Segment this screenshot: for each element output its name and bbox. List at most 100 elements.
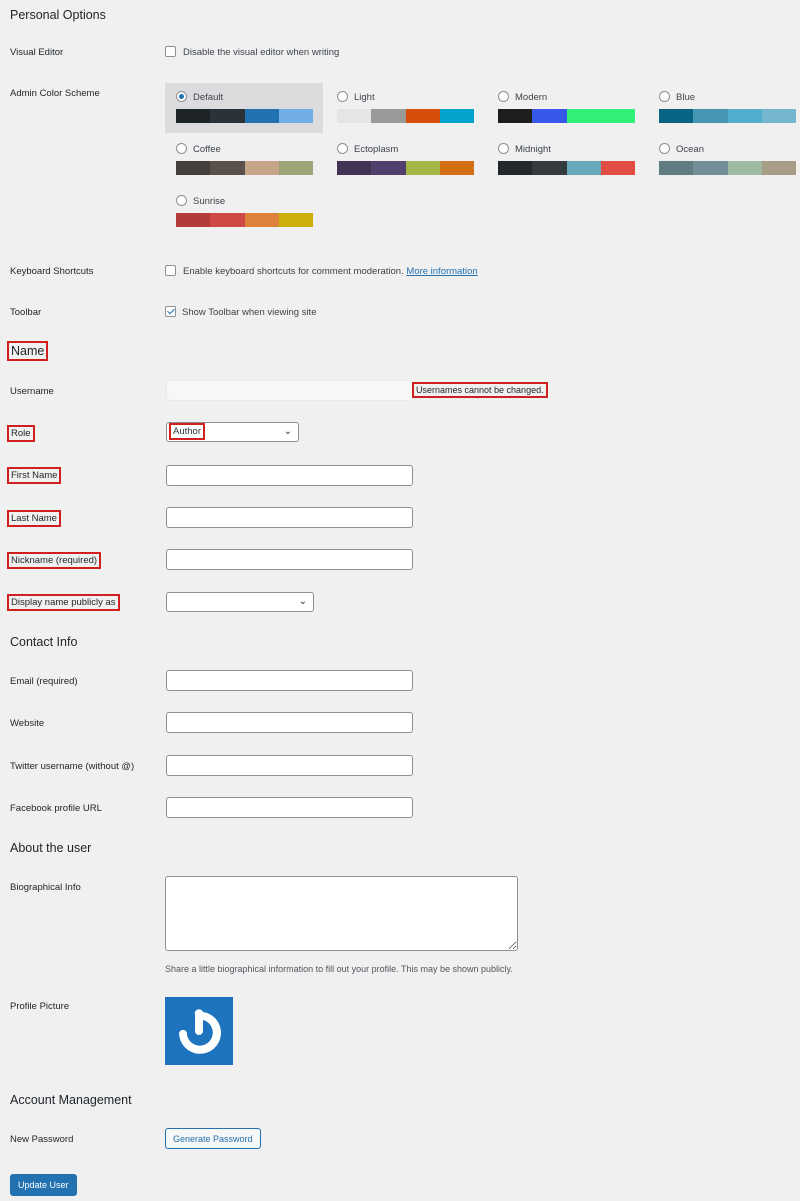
color-scheme-name: Ocean [676,144,704,155]
color-swatch [600,109,635,123]
color-swatch [244,109,279,123]
color-scheme-radio[interactable] [659,143,670,154]
bio-textarea[interactable] [165,876,518,951]
nickname-label: Nickname (required) [6,552,102,569]
color-swatch [761,161,796,175]
color-swatches [337,161,474,175]
keyboard-shortcuts-checkbox-text: Enable keyboard shortcuts for comment mo… [183,266,478,277]
color-scheme-option-default[interactable]: Default [165,83,323,133]
username-input[interactable] [166,380,414,401]
color-swatches [498,109,635,123]
toolbar-checkbox-text: Show Toolbar when viewing site [182,307,317,318]
update-user-button[interactable]: Update User [10,1174,77,1196]
color-scheme-name: Blue [676,92,696,103]
color-swatches [659,109,796,123]
bio-label: Biographical Info [10,882,81,893]
color-swatch [210,213,245,227]
personal-options-heading: Personal Options [10,8,106,22]
last-name-label: Last Name [7,510,61,527]
color-scheme-option-sunrise[interactable]: Sunrise [165,187,313,237]
color-swatch [176,161,211,175]
color-swatch [210,161,245,175]
color-swatch [278,213,313,227]
color-scheme-name: Sunrise [193,196,226,207]
color-swatch [278,161,313,175]
color-scheme-option-modern[interactable]: Modern [487,83,635,133]
generate-password-button[interactable]: Generate Password [165,1128,261,1149]
color-scheme-name: Midnight [515,144,551,155]
admin-color-scheme-label: Admin Color Scheme [10,88,100,99]
color-swatch [210,109,245,123]
twitter-input[interactable] [166,755,413,776]
about-heading: About the user [10,841,92,855]
color-swatch [659,161,694,175]
last-name-input[interactable] [166,507,413,528]
color-scheme-radio[interactable] [337,143,348,154]
twitter-label: Twitter username (without @) [10,761,135,772]
bio-description: Share a little biographical information … [165,964,513,974]
color-scheme-option-ocean[interactable]: Ocean [648,135,796,185]
color-swatches [659,161,796,175]
email-input[interactable] [166,670,413,691]
more-information-link[interactable]: More information [406,266,477,277]
color-scheme-option-blue[interactable]: Blue [648,83,796,133]
color-swatch [659,109,694,123]
color-swatch [566,109,601,123]
color-scheme-option-ectoplasm[interactable]: Ectoplasm [326,135,474,185]
username-note: Usernames cannot be changed. [412,382,548,398]
color-swatch [337,161,372,175]
color-swatch [439,161,474,175]
role-select[interactable]: Author ⌄ [166,422,299,442]
color-swatch [439,109,474,123]
avatar [165,997,233,1065]
contact-info-heading: Contact Info [10,635,78,649]
color-scheme-radio[interactable] [498,143,509,154]
color-scheme-option-midnight[interactable]: Midnight [487,135,635,185]
color-swatch [498,161,533,175]
color-scheme-name: Default [193,92,224,103]
display-name-select[interactable]: ⌄ [166,592,314,612]
chevron-down-icon: ⌄ [298,596,307,607]
first-name-input[interactable] [166,465,413,486]
visual-editor-label: Visual Editor [10,47,64,58]
color-scheme-radio[interactable] [176,143,187,154]
toolbar-checkbox[interactable] [165,306,176,317]
color-scheme-name: Modern [515,92,548,103]
website-input[interactable] [166,712,413,733]
toolbar-label: Toolbar [10,307,42,318]
color-scheme-radio[interactable] [176,91,187,102]
color-scheme-radio[interactable] [498,91,509,102]
color-scheme-option-coffee[interactable]: Coffee [165,135,313,185]
keyboard-shortcuts-checkbox[interactable] [165,265,176,276]
chevron-down-icon: ⌄ [283,426,292,437]
visual-editor-checkbox[interactable] [165,46,176,57]
color-swatch [498,109,533,123]
facebook-input[interactable] [166,797,413,818]
visual-editor-checkbox-text: Disable the visual editor when writing [183,47,340,58]
color-swatches [337,109,474,123]
name-heading: Name [6,341,49,361]
color-scheme-option-light[interactable]: Light [326,83,474,133]
color-scheme-name: Light [354,92,375,103]
color-swatches [498,161,635,175]
color-swatch [727,161,762,175]
nickname-input[interactable] [166,549,413,570]
email-label: Email (required) [10,676,78,687]
color-swatch [600,161,635,175]
color-swatches [176,161,313,175]
color-swatch [532,161,567,175]
profile-picture-label: Profile Picture [10,1001,70,1012]
color-swatch [566,161,601,175]
facebook-label: Facebook profile URL [10,803,102,814]
color-scheme-radio[interactable] [659,91,670,102]
new-password-label: New Password [10,1134,74,1145]
color-scheme-radio[interactable] [337,91,348,102]
color-swatch [727,109,762,123]
color-swatch [371,161,406,175]
role-select-value: Author [169,423,205,440]
color-swatch [176,109,211,123]
keyboard-shortcuts-label: Keyboard Shortcuts [10,266,94,277]
color-scheme-radio[interactable] [176,195,187,206]
color-swatch [176,213,211,227]
color-swatch [761,109,796,123]
